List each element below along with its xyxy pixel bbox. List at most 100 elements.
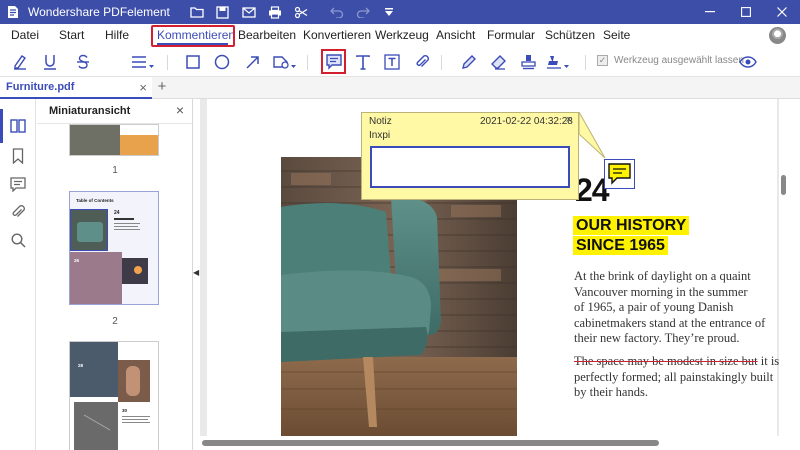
strikethrough-text[interactable]: The space may be modest in size but bbox=[574, 354, 758, 368]
menu-schuetzen[interactable]: Schützen bbox=[545, 28, 595, 42]
window-controls bbox=[692, 0, 800, 24]
thumb-text-line bbox=[122, 419, 148, 420]
thumb-grey-photo bbox=[74, 402, 118, 450]
app-logo-icon bbox=[2, 0, 24, 24]
attachment-icon[interactable] bbox=[412, 52, 432, 72]
note-close-icon[interactable]: × bbox=[566, 114, 572, 126]
undo-icon[interactable] bbox=[324, 0, 350, 24]
app-title: Wondershare PDFelement bbox=[28, 5, 170, 19]
textbox-icon[interactable] bbox=[382, 52, 402, 72]
menu-werkzeug[interactable]: Werkzeug bbox=[375, 28, 429, 42]
thumbnail-panel-title: Miniaturansicht bbox=[49, 105, 131, 117]
signature-icon[interactable] bbox=[546, 52, 572, 72]
arrow-icon[interactable] bbox=[242, 52, 262, 72]
save-icon[interactable] bbox=[210, 0, 236, 24]
keep-tool-label: Werkzeug ausgewählt lassen bbox=[614, 55, 744, 66]
strikethrough-icon[interactable] bbox=[73, 52, 93, 72]
note-label: Notiz bbox=[369, 116, 392, 127]
paragraph-1: At the brink of daylight on a quaint Van… bbox=[574, 269, 765, 347]
highlight-icon[interactable] bbox=[10, 52, 30, 72]
comments-icon[interactable] bbox=[8, 174, 28, 194]
menu-bearbeiten[interactable]: Bearbeiten bbox=[238, 28, 296, 42]
vertical-scroll-thumb[interactable] bbox=[781, 175, 786, 195]
page-number-label: 2 bbox=[112, 316, 118, 327]
underline-icon[interactable] bbox=[40, 52, 60, 72]
circle-icon[interactable] bbox=[212, 52, 232, 72]
heading-line-2: SINCE 1965 bbox=[573, 236, 668, 255]
print-icon[interactable] bbox=[262, 0, 288, 24]
thumb-mauve-block: 26 bbox=[70, 252, 122, 304]
toolbar-separator bbox=[441, 55, 442, 70]
note-marker-icon bbox=[608, 163, 631, 185]
eye-icon[interactable] bbox=[738, 52, 758, 72]
toolbar-separator bbox=[307, 55, 308, 70]
search-icon[interactable] bbox=[8, 230, 28, 250]
typewriter-icon[interactable] bbox=[353, 52, 373, 72]
pencil-icon[interactable] bbox=[458, 52, 478, 72]
stamp-icon[interactable] bbox=[518, 52, 538, 72]
note-callout-tail bbox=[579, 112, 606, 159]
note-author: Inxpi bbox=[369, 130, 391, 141]
attachments-icon[interactable] bbox=[8, 202, 28, 222]
menu-formular[interactable]: Formular bbox=[487, 28, 535, 42]
page-thumbnail-2[interactable]: Table of Contents 24 26 bbox=[70, 192, 158, 304]
paragraph-line: their new factory. They’re proud. bbox=[574, 331, 740, 346]
menu-datei[interactable]: Datei bbox=[11, 28, 39, 42]
thumb-photo bbox=[70, 125, 120, 155]
mail-icon[interactable] bbox=[236, 0, 262, 24]
tab-close-icon[interactable]: × bbox=[139, 80, 147, 95]
comment-toolbar: ✓ Werkzeug ausgewählt lassen bbox=[0, 47, 800, 77]
thumb-text-line bbox=[114, 218, 134, 220]
page-number-label: 1 bbox=[112, 165, 118, 176]
menu-ansicht[interactable]: Ansicht bbox=[436, 28, 475, 42]
thumb-number: 24 bbox=[114, 210, 120, 216]
folder-icon[interactable] bbox=[184, 0, 210, 24]
close-panel-icon[interactable]: × bbox=[176, 102, 184, 118]
eraser-icon[interactable] bbox=[488, 52, 508, 72]
thumb-text-line bbox=[114, 223, 140, 224]
note-annotation-marker[interactable] bbox=[604, 159, 635, 189]
qa-spacer bbox=[314, 0, 324, 24]
menu-seite[interactable]: Seite bbox=[603, 28, 630, 42]
note-timestamp: 2021-02-22 04:32:28 bbox=[480, 116, 573, 127]
sticky-note-icon[interactable] bbox=[324, 52, 344, 72]
rectangle-icon[interactable] bbox=[183, 52, 203, 72]
menu-konvertieren[interactable]: Konvertieren bbox=[303, 28, 371, 42]
dropdown-arrow-icon[interactable] bbox=[376, 0, 402, 24]
scissors-icon[interactable] bbox=[288, 0, 314, 24]
thumb-number: 28 bbox=[78, 363, 84, 368]
paragraph-line: by their hands. bbox=[574, 385, 648, 400]
thumbnails-panel-icon[interactable] bbox=[0, 109, 36, 143]
page-thumbnail-3[interactable]: 28 30 bbox=[70, 342, 158, 450]
sticky-note-popup: Notiz 2021-02-22 04:32:28 × Inxpi bbox=[361, 112, 579, 200]
menu-bar: Datei Start Hilfe Kommentieren Bearbeite… bbox=[0, 24, 800, 47]
bookmark-icon[interactable] bbox=[8, 146, 28, 166]
new-tab-icon[interactable]: + bbox=[155, 78, 169, 95]
note-text-input[interactable] bbox=[370, 146, 570, 188]
vertical-scrollbar[interactable] bbox=[779, 99, 800, 436]
thumb-text-line bbox=[114, 226, 138, 227]
horizontal-scroll-thumb[interactable] bbox=[202, 440, 659, 446]
menu-hilfe[interactable]: Hilfe bbox=[105, 28, 129, 42]
collapse-left-arrow-icon[interactable]: ◀ bbox=[193, 268, 199, 277]
keep-tool-selected-toggle[interactable]: ✓ Werkzeug ausgewählt lassen bbox=[597, 55, 744, 66]
menu-start[interactable]: Start bbox=[59, 28, 84, 42]
shape-dropdown-icon[interactable] bbox=[272, 52, 298, 72]
maximize-icon[interactable] bbox=[728, 0, 764, 24]
horizontal-scrollbar[interactable] bbox=[200, 436, 779, 450]
text-lines-icon[interactable] bbox=[131, 52, 155, 72]
paragraph-line: At the brink of daylight on a quaint bbox=[574, 269, 751, 283]
keep-tool-checkbox[interactable]: ✓ bbox=[597, 55, 608, 66]
minimize-icon[interactable] bbox=[692, 0, 728, 24]
thumb-number: 26 bbox=[74, 258, 80, 263]
tab-furniture-pdf[interactable]: Furniture.pdf × bbox=[0, 77, 152, 99]
document-tab-bar: Furniture.pdf × + bbox=[0, 77, 800, 99]
redo-icon[interactable] bbox=[350, 0, 376, 24]
thumb-number: 30 bbox=[122, 408, 128, 413]
close-icon[interactable] bbox=[764, 0, 800, 24]
toolbar-separator bbox=[585, 55, 586, 70]
toolbar-separator bbox=[167, 55, 168, 70]
user-avatar[interactable] bbox=[769, 27, 786, 44]
page-thumbnail-1[interactable] bbox=[70, 125, 158, 155]
thumb-lamp-photo bbox=[122, 258, 148, 284]
